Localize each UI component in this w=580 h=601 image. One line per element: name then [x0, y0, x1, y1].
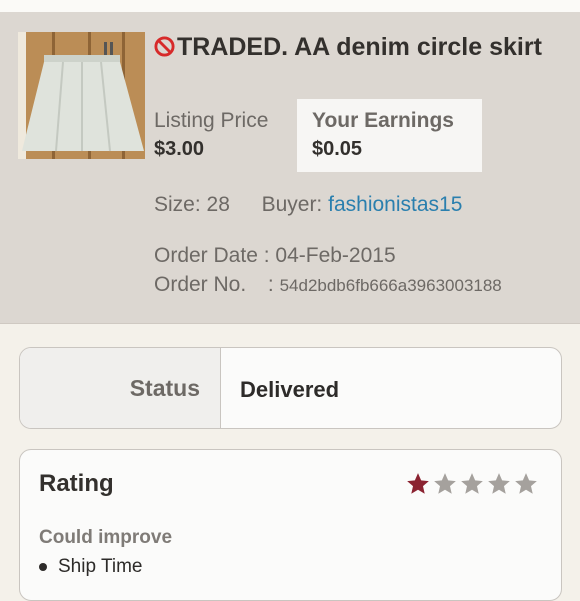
listing-price-block: Listing Price $3.00 [154, 108, 268, 164]
order-number-separator: : [267, 273, 274, 296]
buyer-link[interactable]: fashionistas15 [328, 193, 462, 216]
skirt-photo-image [18, 32, 145, 159]
star-empty-icon [515, 473, 537, 494]
no-entry-icon [154, 36, 175, 57]
star-empty-icon [461, 473, 483, 494]
order-date-value: 04-Feb-2015 [275, 244, 396, 267]
improve-list-item: Ship Time [39, 556, 142, 578]
order-date-row: Order Date : 04-Feb-2015 [154, 244, 396, 268]
size-label: Size: [154, 193, 201, 216]
star-filled-icon [407, 473, 429, 494]
size-buyer-row: Size: 28 Buyer: fashionistas15 [154, 193, 462, 217]
star-empty-icon [488, 473, 510, 494]
status-label-cell: Status [20, 348, 221, 428]
earnings-box: Your Earnings $0.05 [297, 99, 482, 172]
rating-title: Rating [39, 470, 114, 497]
listing-price-value: $3.00 [154, 138, 205, 160]
status-label: Status [129, 375, 200, 401]
order-number-value: 54d2bdb6fb666a3963003188 [279, 276, 502, 295]
star-empty-icon [434, 473, 456, 494]
order-number-row: Order No. : 54d2bdb6fb666a3963003188 [154, 273, 502, 297]
size-value: 28 [206, 193, 230, 216]
improve-item-text: Ship Time [58, 556, 143, 577]
rating-card: Rating Could improve Ship Time [19, 449, 562, 601]
listing-thumbnail[interactable] [18, 32, 145, 159]
listing-title: TRADED. AA denim circle skirt [154, 32, 564, 62]
earnings-label: Your Earnings [312, 109, 454, 132]
listing-title-text: TRADED. AA denim circle skirt [177, 33, 542, 61]
order-date-label: Order Date : [154, 244, 270, 267]
could-improve-label: Could improve [39, 527, 173, 548]
rating-stars [405, 471, 539, 497]
order-number-label: Order No. [154, 273, 247, 296]
bullet-icon [39, 563, 47, 571]
status-card: Status Delivered [19, 347, 562, 429]
buyer-label: Buyer: [261, 193, 323, 216]
listing-price-label: Listing Price [154, 109, 269, 132]
earnings-value: $0.05 [312, 138, 363, 160]
status-value: Delivered [240, 377, 340, 402]
